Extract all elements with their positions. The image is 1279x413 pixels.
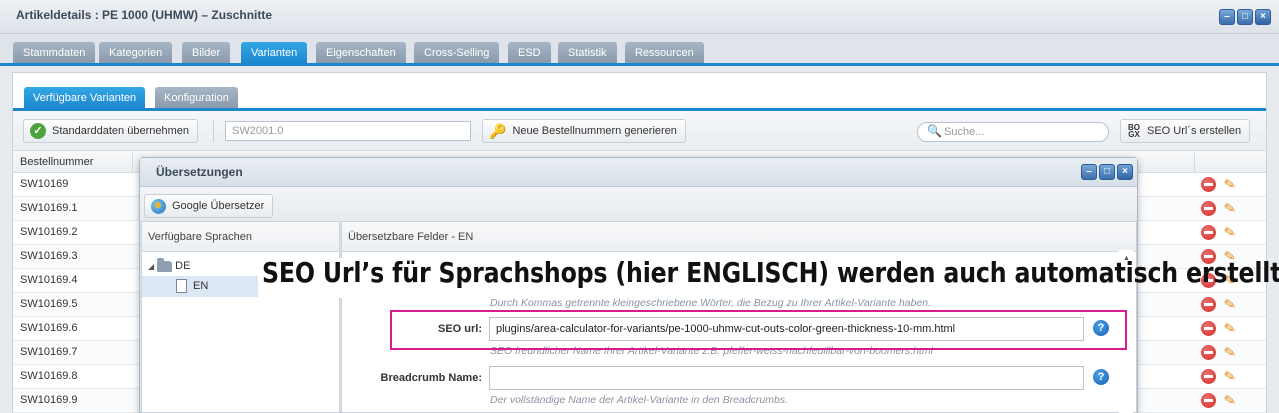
- tab-bilder[interactable]: Bilder: [182, 42, 231, 64]
- column-header-bestellnummer[interactable]: Bestellnummer: [20, 156, 93, 168]
- breadcrumb-name-label: Breadcrumb Name:: [380, 372, 482, 384]
- column-divider: [1194, 151, 1195, 173]
- dialog-controls: – □ ×: [1081, 164, 1133, 180]
- window-title: Artikeldetails : PE 1000 (UHMW) – Zuschn…: [16, 8, 273, 22]
- pencil-icon[interactable]: ✎: [1223, 295, 1238, 314]
- tab-stammdaten[interactable]: Stammdaten: [13, 42, 96, 64]
- order-number-cell: SW10169.3: [20, 250, 78, 262]
- close-icon[interactable]: ×: [1255, 9, 1271, 25]
- order-number-cell: SW10169.8: [20, 370, 78, 382]
- help-icon[interactable]: ?: [1093, 369, 1109, 385]
- breadcrumb-hint: Der vollständige Name der Artikel-Varian…: [490, 394, 789, 406]
- keywords-hint: Durch Kommas getrennte kleingeschriebene…: [490, 297, 932, 309]
- pencil-icon[interactable]: ✎: [1223, 199, 1238, 218]
- languages-header: Verfügbare Sprachen: [142, 222, 339, 252]
- google-translate-button[interactable]: Google Übersetzer: [144, 194, 274, 218]
- tab-esd[interactable]: ESD: [508, 42, 551, 64]
- check-icon: ✓: [30, 123, 46, 139]
- tab-statistik[interactable]: Statistik: [558, 42, 617, 64]
- delete-icon[interactable]: [1201, 369, 1216, 384]
- dialog-header[interactable]: [140, 158, 1137, 187]
- key-icon: 🔑: [489, 123, 507, 139]
- breadcrumb-name-input[interactable]: [489, 366, 1084, 390]
- minimize-icon[interactable]: –: [1081, 164, 1097, 180]
- delete-icon[interactable]: [1201, 297, 1216, 312]
- close-icon[interactable]: ×: [1117, 164, 1133, 180]
- tab-cross-selling[interactable]: Cross-Selling: [414, 42, 500, 64]
- delete-icon[interactable]: [1201, 225, 1216, 240]
- document-icon: [176, 279, 187, 293]
- pencil-icon[interactable]: ✎: [1223, 223, 1238, 242]
- order-number-cell: SW10169.6: [20, 322, 78, 334]
- column-divider: [132, 151, 133, 173]
- pencil-icon[interactable]: ✎: [1223, 367, 1238, 386]
- delete-icon[interactable]: [1201, 177, 1216, 192]
- seo-icon: BO GX: [1128, 123, 1140, 139]
- pencil-icon[interactable]: ✎: [1223, 319, 1238, 338]
- maximize-icon[interactable]: □: [1237, 9, 1253, 25]
- dialog-title: Übersetzungen: [156, 165, 243, 179]
- window-controls: – □ ×: [1219, 9, 1271, 25]
- delete-icon[interactable]: [1201, 321, 1216, 336]
- tabs-underline: [0, 63, 1279, 66]
- order-number-cell: SW10169.2: [20, 226, 78, 238]
- globe-icon: [151, 198, 166, 214]
- delete-icon[interactable]: [1201, 393, 1216, 408]
- order-number-cell: SW10169.1: [20, 202, 78, 214]
- expand-arrow-icon[interactable]: ◢: [148, 262, 154, 271]
- maximize-icon[interactable]: □: [1099, 164, 1115, 180]
- delete-icon[interactable]: [1201, 201, 1216, 216]
- folder-icon: [157, 257, 173, 272]
- tab-eigenschaften[interactable]: Eigenschaften: [316, 42, 406, 64]
- order-number-cell: SW10169.9: [20, 394, 78, 406]
- pencil-icon[interactable]: ✎: [1223, 391, 1238, 410]
- toolbar-separator: [213, 120, 214, 142]
- pencil-icon[interactable]: ✎: [1223, 175, 1238, 194]
- tab-kategorien[interactable]: Kategorien: [99, 42, 173, 64]
- search-input[interactable]: Suche...: [917, 122, 1109, 142]
- dialog-toolbar: [140, 187, 1137, 221]
- order-number-cell: SW10169: [20, 178, 69, 190]
- pencil-icon[interactable]: ✎: [1223, 343, 1238, 362]
- tree-node-en[interactable]: EN: [176, 279, 208, 293]
- create-seo-urls-button[interactable]: BO GX SEO Url´s erstellen: [1120, 119, 1251, 143]
- order-number-input[interactable]: SW2001.0: [225, 121, 471, 141]
- annotation-caption: SEO Url’s für Sprachshops (hier ENGLISCH…: [262, 256, 1279, 289]
- seo-url-highlight-frame: [390, 310, 1127, 350]
- fields-header: Übersetzbare Felder - EN: [342, 222, 1136, 252]
- tab-konfiguration[interactable]: Konfiguration: [155, 87, 238, 109]
- tree-node-de[interactable]: ◢ DE: [148, 257, 190, 272]
- minimize-icon[interactable]: –: [1219, 9, 1235, 25]
- tab-verfuegbare-varianten[interactable]: Verfügbare Varianten: [24, 87, 146, 109]
- delete-icon[interactable]: [1201, 345, 1216, 360]
- tab-ressourcen[interactable]: Ressourcen: [625, 42, 704, 64]
- apply-defaults-button[interactable]: ✓ Standarddaten übernehmen: [23, 119, 198, 143]
- order-number-cell: SW10169.4: [20, 274, 78, 286]
- generate-order-numbers-button[interactable]: 🔑 Neue Bestellnummern generieren: [482, 119, 686, 143]
- order-number-cell: SW10169.7: [20, 346, 78, 358]
- tab-varianten[interactable]: Varianten: [241, 42, 308, 64]
- order-number-cell: SW10169.5: [20, 298, 78, 310]
- search-icon: 🔍: [927, 124, 942, 138]
